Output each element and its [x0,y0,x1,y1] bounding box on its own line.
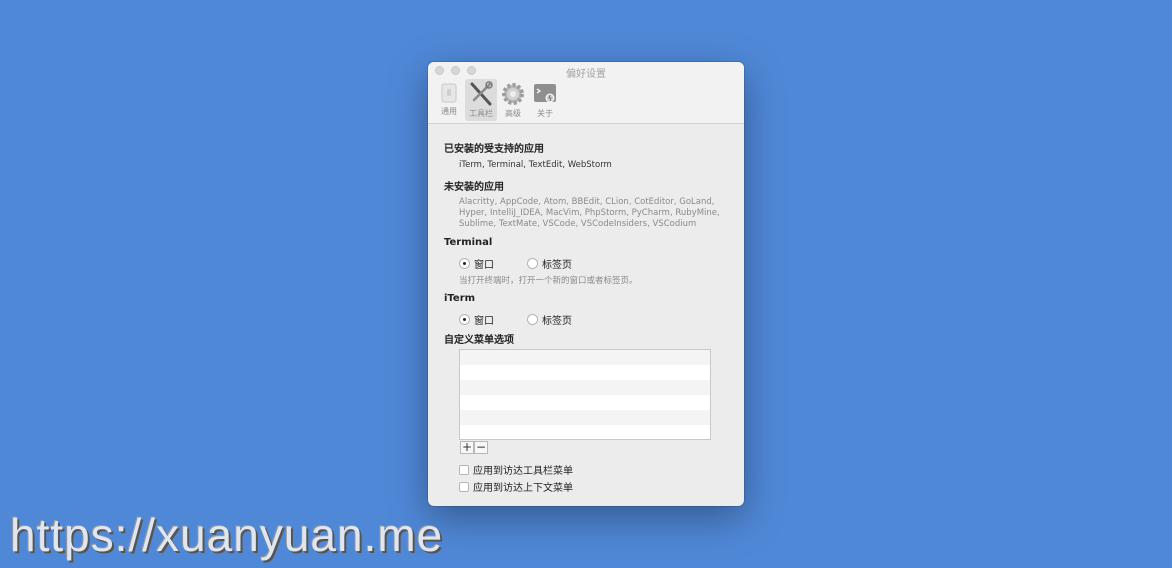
radio-indicator [527,314,538,325]
tab-general-label: 通用 [441,107,457,116]
gear-icon [502,83,524,105]
list-row [460,395,710,410]
switch-icon [441,83,457,103]
terminal-radio-window[interactable]: 窗口 [459,256,494,271]
tab-toolbar[interactable]: 工具栏 [465,79,497,121]
checkbox-box [459,481,469,492]
radio-label: 窗口 [474,260,494,271]
terminal-heading: Terminal [444,237,493,248]
tab-advanced-label: 高级 [505,109,521,118]
list-row [460,380,710,395]
not-installed-apps: Alacritty, AppCode, Atom, BBEdit, CLion,… [459,197,720,229]
custom-menu-heading: 自定义菜单选项 [444,335,514,346]
radio-label: 标签页 [542,316,572,327]
installed-heading: 已安装的受支持的应用 [444,144,544,155]
tools-icon [470,81,493,106]
tab-toolbar-label: 工具栏 [469,109,493,118]
tab-advanced[interactable]: 高级 [497,79,529,121]
tab-general[interactable]: 通用 [433,79,465,121]
terminal-radio-tab[interactable]: 标签页 [527,256,572,271]
remove-button[interactable]: − [474,441,488,454]
iterm-heading: iTerm [444,293,476,304]
radio-label: 窗口 [474,316,494,327]
list-buttons: + − [460,441,488,454]
not-installed-heading: 未安装的应用 [444,182,504,193]
watermark: https://xuanyuan.me [10,509,444,561]
window-title: 偏好设置 [566,69,606,80]
toolbar: 通用 工具栏 高级 关于 [433,79,561,121]
radio-indicator [459,258,470,269]
add-button[interactable]: + [460,441,474,454]
finder-toolbar-checkbox[interactable]: 应用到访达工具栏菜单 [459,462,573,477]
list-row [460,410,710,425]
preferences-window: 偏好设置 通用 工具栏 高级 关于 已安装的受支持的应用 iTerm, Term… [428,62,744,506]
installed-apps: iTerm, Terminal, TextEdit, WebStorm [459,160,612,170]
radio-indicator [527,258,538,269]
checkbox-label: 应用到访达工具栏菜单 [473,466,573,477]
tab-about[interactable]: 关于 [529,79,561,121]
finder-context-checkbox[interactable]: 应用到访达上下文菜单 [459,479,573,494]
checkbox-box [459,464,469,475]
terminal-hint: 当打开终端时，打开一个新的窗口或者标签页。 [459,276,638,286]
custom-menu-list[interactable] [459,349,711,440]
tab-about-label: 关于 [537,109,553,118]
checkbox-label: 应用到访达上下文菜单 [473,483,573,494]
iterm-radio-tab[interactable]: 标签页 [527,312,572,327]
iterm-radio-window[interactable]: 窗口 [459,312,494,327]
radio-label: 标签页 [542,260,572,271]
titlebar: 偏好设置 通用 工具栏 高级 关于 [428,62,744,124]
list-row [460,350,710,365]
list-row [460,365,710,380]
list-row [460,425,710,440]
radio-indicator [459,314,470,325]
terminal-icon [534,84,556,103]
